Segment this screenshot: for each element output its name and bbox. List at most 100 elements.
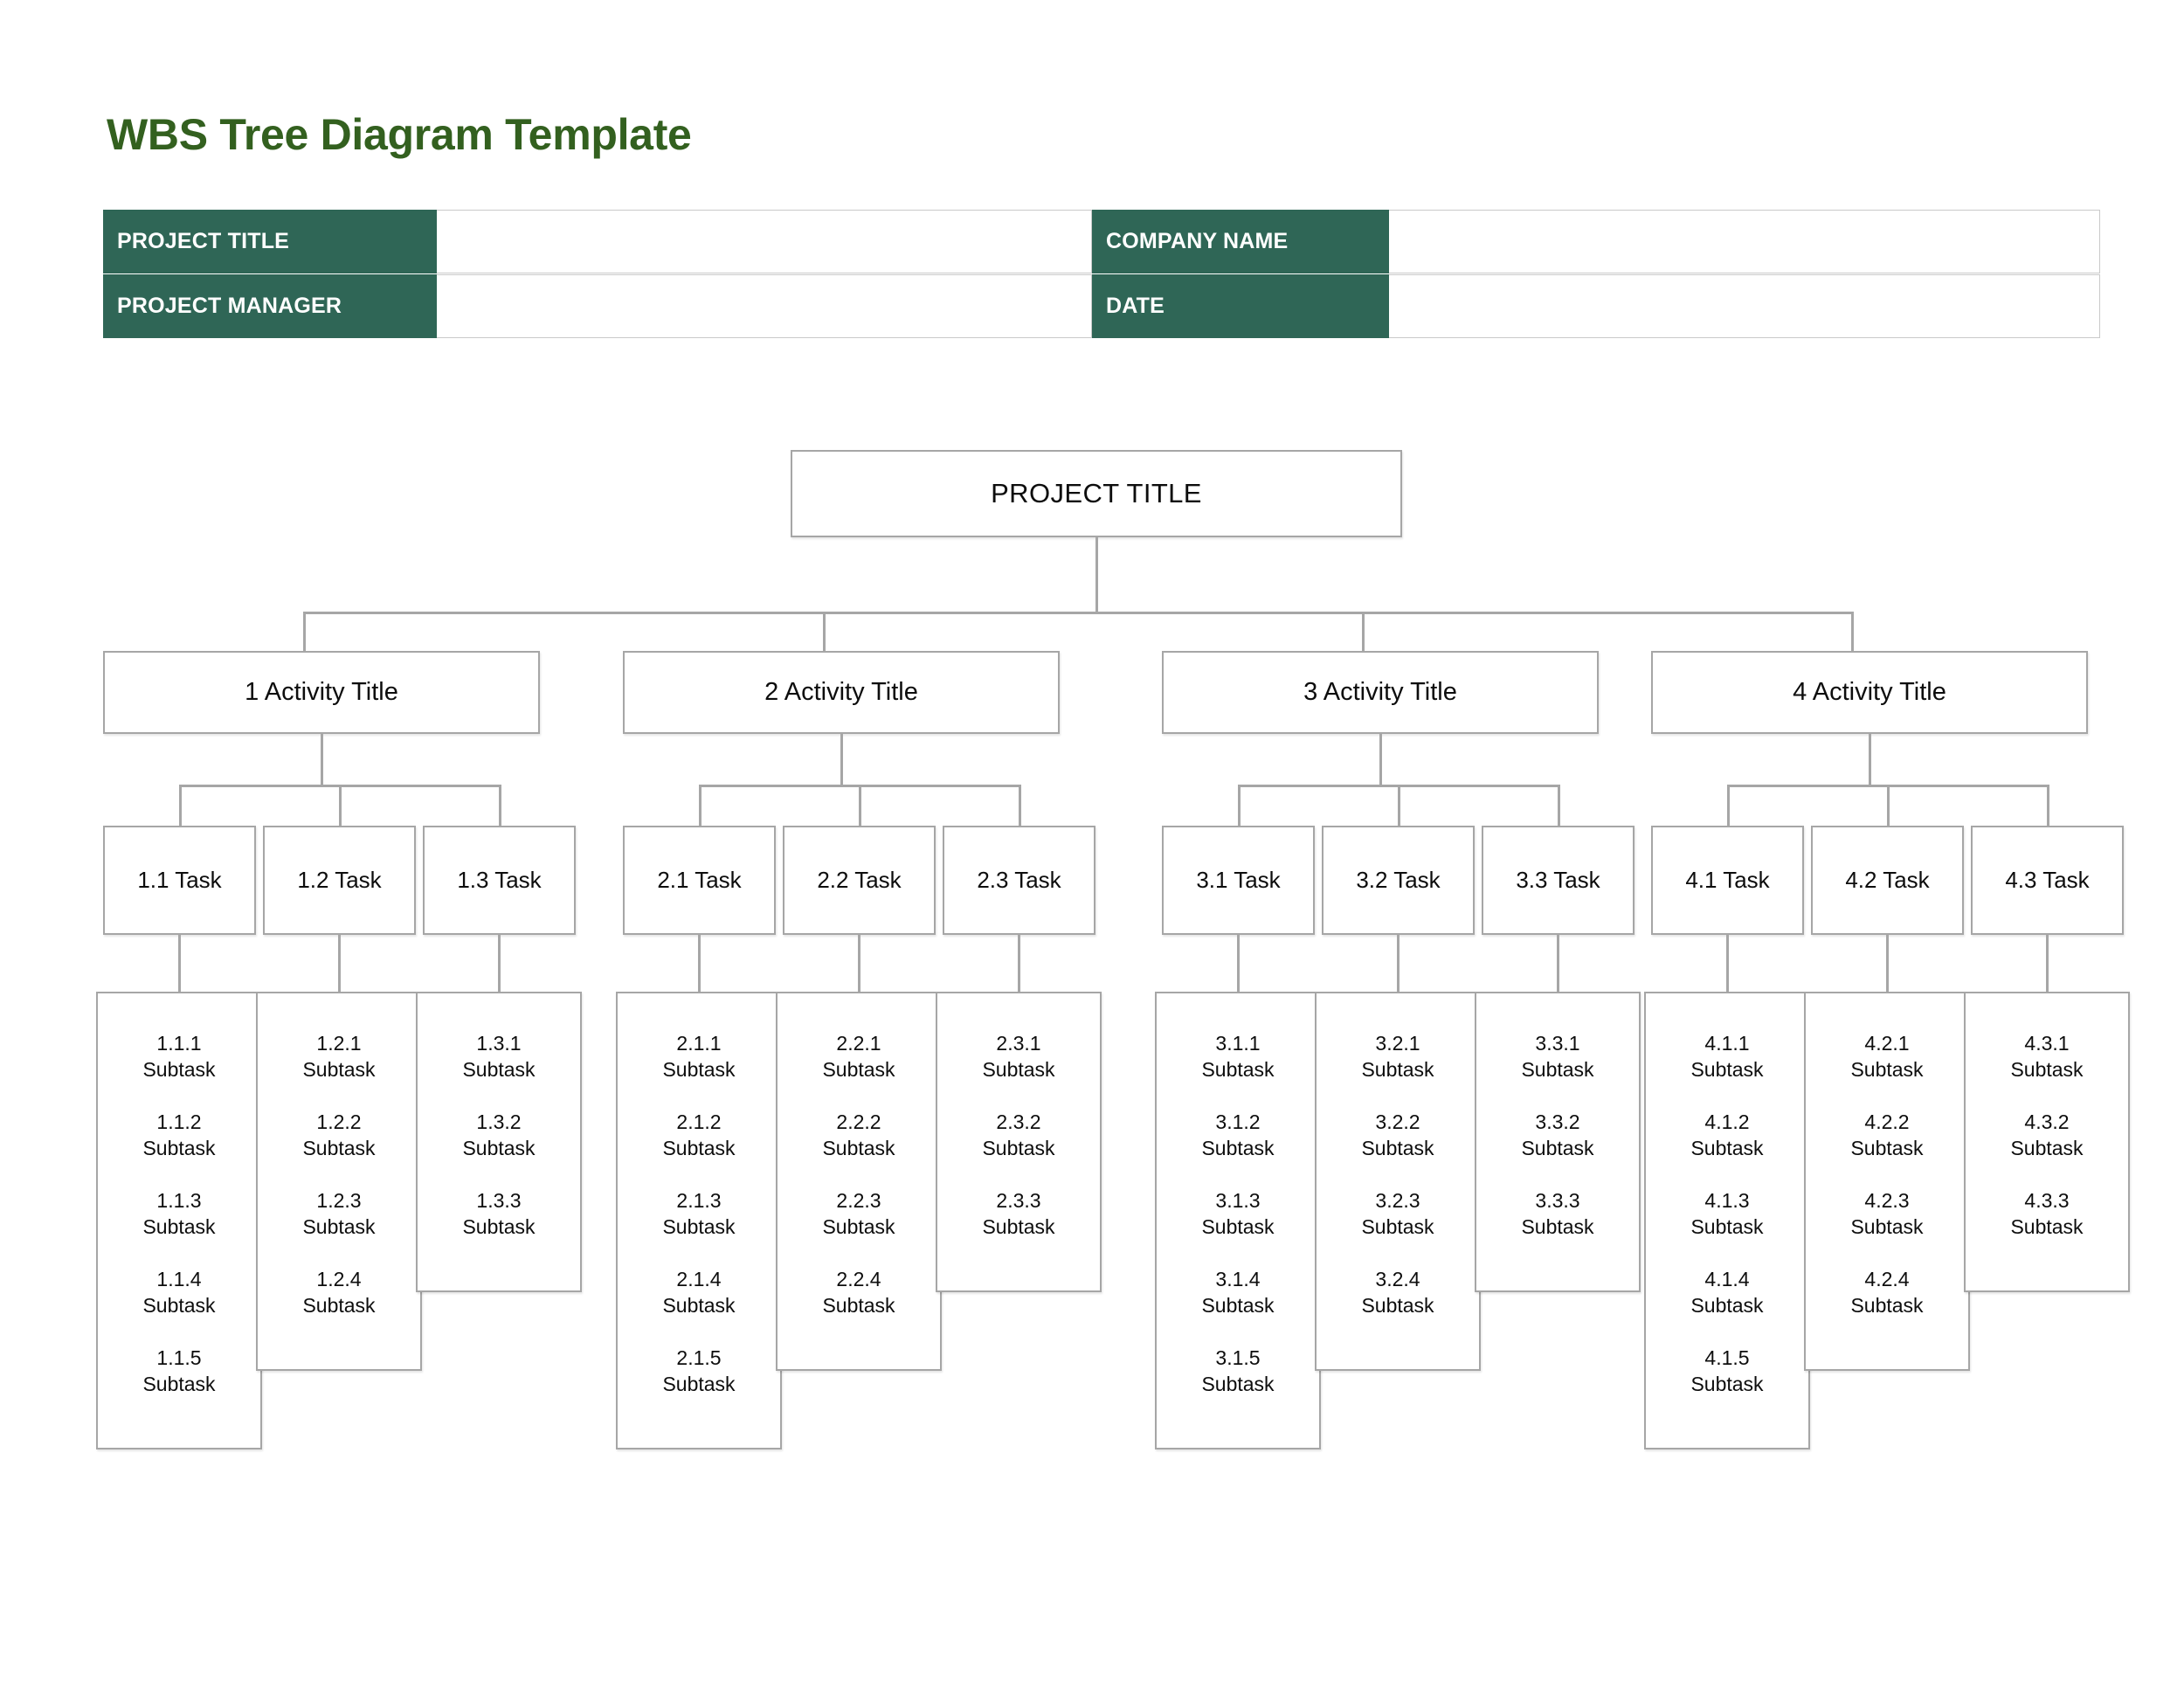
subtask-item[interactable]: 2.2.4 Subtask [778,1266,940,1318]
task-node-1-1[interactable]: 1.1 Task [103,826,256,935]
subtask-group-2-2[interactable]: 2.2.1 Subtask 2.2.2 Subtask 2.2.3 Subtask 2.2.… [776,992,942,1371]
subtask-group-2-1[interactable]: 2.1.1 Subtask 2.1.2 Subtask 2.1.3 Subtask 2.1.… [616,992,782,1449]
subtask-item[interactable]: 2.1.2 Subtask [618,1109,780,1161]
activity-node-2[interactable]: 2 Activity Title [623,651,1060,734]
subtask-label: Subtask [1850,1294,1924,1317]
task-node-2-3[interactable]: 2.3 Task [943,826,1095,935]
activity-node-1[interactable]: 1 Activity Title [103,651,540,734]
task-node-2-1[interactable]: 2.1 Task [623,826,776,935]
activity-node-3[interactable]: 3 Activity Title [1162,651,1599,734]
subtask-item[interactable]: 4.1.1 Subtask [1646,1030,1808,1083]
task-node-label: 3.2 Task [1356,867,1441,893]
subtask-label: Subtask [1361,1058,1434,1081]
subtask-item[interactable]: 3.1.4 Subtask [1157,1266,1319,1318]
subtask-item[interactable]: 4.2.1 Subtask [1806,1030,1968,1083]
activity-connector [1362,612,1365,651]
subtask-label: Subtask [662,1058,736,1081]
subtask-connector [1557,935,1559,992]
task-node-label: 1.2 Task [297,867,382,893]
activity-node-4[interactable]: 4 Activity Title [1651,651,2088,734]
subtask-label: Subtask [462,1058,536,1081]
subtask-label: Subtask [822,1294,895,1317]
task-node-1-2[interactable]: 1.2 Task [263,826,416,935]
subtask-label: Subtask [1690,1373,1764,1395]
subtask-item[interactable]: 2.2.2 Subtask [778,1109,940,1161]
subtask-item[interactable]: 2.1.3 Subtask [618,1187,780,1240]
subtask-item[interactable]: 2.1.5 Subtask [618,1345,780,1397]
subtask-item[interactable]: 4.3.2 Subtask [1966,1109,2128,1161]
subtask-item[interactable]: 1.3.3 Subtask [418,1187,580,1240]
subtask-number: 1.3.3 [476,1189,522,1212]
subtask-group-1-2[interactable]: 1.2.1 Subtask 1.2.2 Subtask 1.2.3 Subtask 1.2.… [256,992,422,1371]
subtask-item[interactable]: 3.2.2 Subtask [1317,1109,1479,1161]
subtask-item[interactable]: 3.3.3 Subtask [1476,1187,1639,1240]
subtask-item[interactable]: 2.3.3 Subtask [937,1187,1100,1240]
task-node-2-2[interactable]: 2.2 Task [783,826,936,935]
activity-stub [1379,734,1382,785]
subtask-group-4-1[interactable]: 4.1.1 Subtask 4.1.2 Subtask 4.1.3 Subtask 4.1.… [1644,992,1810,1449]
subtask-item[interactable]: 2.3.1 Subtask [937,1030,1100,1083]
subtask-number: 3.1.1 [1215,1032,1261,1055]
subtask-number: 2.1.2 [676,1110,722,1133]
subtask-item[interactable]: 4.2.3 Subtask [1806,1187,1968,1240]
task-node-4-2[interactable]: 4.2 Task [1811,826,1964,935]
subtask-item[interactable]: 4.1.2 Subtask [1646,1109,1808,1161]
subtask-item[interactable]: 4.2.4 Subtask [1806,1266,1968,1318]
task-node-3-1[interactable]: 3.1 Task [1162,826,1315,935]
task-node-label: 4.3 Task [2005,867,2090,893]
subtask-item[interactable]: 4.3.1 Subtask [1966,1030,2128,1083]
subtask-item[interactable]: 3.1.5 Subtask [1157,1345,1319,1397]
subtask-item[interactable]: 1.2.2 Subtask [258,1109,420,1161]
subtask-number: 4.2.1 [1864,1032,1910,1055]
subtask-item[interactable]: 3.2.1 Subtask [1317,1030,1479,1083]
subtask-item[interactable]: 1.1.2 Subtask [98,1109,260,1161]
activity-stub [840,734,843,785]
subtask-item[interactable]: 1.3.1 Subtask [418,1030,580,1083]
subtask-item[interactable]: 2.3.2 Subtask [937,1109,1100,1161]
subtask-item[interactable]: 1.1.5 Subtask [98,1345,260,1397]
subtask-number: 1.2.1 [316,1032,362,1055]
subtask-group-3-3[interactable]: 3.3.1 Subtask 3.3.2 Subtask 3.3.3 Subtask [1475,992,1641,1292]
subtask-label: Subtask [1361,1294,1434,1317]
subtask-item[interactable]: 4.1.4 Subtask [1646,1266,1808,1318]
subtask-item[interactable]: 3.3.1 Subtask [1476,1030,1639,1083]
subtask-group-4-2[interactable]: 4.2.1 Subtask 4.2.2 Subtask 4.2.3 Subtask 4.2.… [1804,992,1970,1371]
subtask-label: Subtask [1690,1294,1764,1317]
subtask-label: Subtask [662,1294,736,1317]
subtask-group-1-1[interactable]: 1.1.1 Subtask 1.1.2 Subtask 1.1.3 Subtask 1.1.… [96,992,262,1449]
subtask-group-1-3[interactable]: 1.3.1 Subtask 1.3.2 Subtask 1.3.3 Subtask [416,992,582,1292]
subtask-group-3-1[interactable]: 3.1.1 Subtask 3.1.2 Subtask 3.1.3 Subtask 3.1.… [1155,992,1321,1449]
subtask-item[interactable]: 4.1.3 Subtask [1646,1187,1808,1240]
subtask-group-4-3[interactable]: 4.3.1 Subtask 4.3.2 Subtask 4.3.3 Subtask [1964,992,2130,1292]
subtask-item[interactable]: 1.1.1 Subtask [98,1030,260,1083]
subtask-item[interactable]: 3.1.1 Subtask [1157,1030,1319,1083]
task-node-4-3[interactable]: 4.3 Task [1971,826,2124,935]
root-node[interactable]: PROJECT TITLE [791,450,1402,537]
subtask-item[interactable]: 1.2.4 Subtask [258,1266,420,1318]
subtask-item[interactable]: 3.1.3 Subtask [1157,1187,1319,1240]
subtask-number: 2.1.4 [676,1268,722,1290]
subtask-item[interactable]: 2.2.1 Subtask [778,1030,940,1083]
subtask-item[interactable]: 3.3.2 Subtask [1476,1109,1639,1161]
task-node-3-3[interactable]: 3.3 Task [1482,826,1635,935]
subtask-item[interactable]: 4.1.5 Subtask [1646,1345,1808,1397]
subtask-group-3-2[interactable]: 3.2.1 Subtask 3.2.2 Subtask 3.2.3 Subtask 3.2.… [1315,992,1481,1371]
task-node-1-3[interactable]: 1.3 Task [423,826,576,935]
subtask-item[interactable]: 2.2.3 Subtask [778,1187,940,1240]
subtask-item[interactable]: 1.1.4 Subtask [98,1266,260,1318]
subtask-item[interactable]: 1.2.1 Subtask [258,1030,420,1083]
task-node-4-1[interactable]: 4.1 Task [1651,826,1804,935]
subtask-item[interactable]: 1.3.2 Subtask [418,1109,580,1161]
subtask-item[interactable]: 1.2.3 Subtask [258,1187,420,1240]
subtask-item[interactable]: 3.1.2 Subtask [1157,1109,1319,1161]
subtask-item[interactable]: 2.1.4 Subtask [618,1266,780,1318]
subtask-group-2-3[interactable]: 2.3.1 Subtask 2.3.2 Subtask 2.3.3 Subtask [936,992,1102,1292]
subtask-item[interactable]: 2.1.1 Subtask [618,1030,780,1083]
subtask-item[interactable]: 4.3.3 Subtask [1966,1187,2128,1240]
subtask-item[interactable]: 4.2.2 Subtask [1806,1109,1968,1161]
subtask-item[interactable]: 3.2.4 Subtask [1317,1266,1479,1318]
subtask-item[interactable]: 3.2.3 Subtask [1317,1187,1479,1240]
task-node-3-2[interactable]: 3.2 Task [1322,826,1475,935]
subtask-number: 3.3.3 [1535,1189,1580,1212]
subtask-item[interactable]: 1.1.3 Subtask [98,1187,260,1240]
